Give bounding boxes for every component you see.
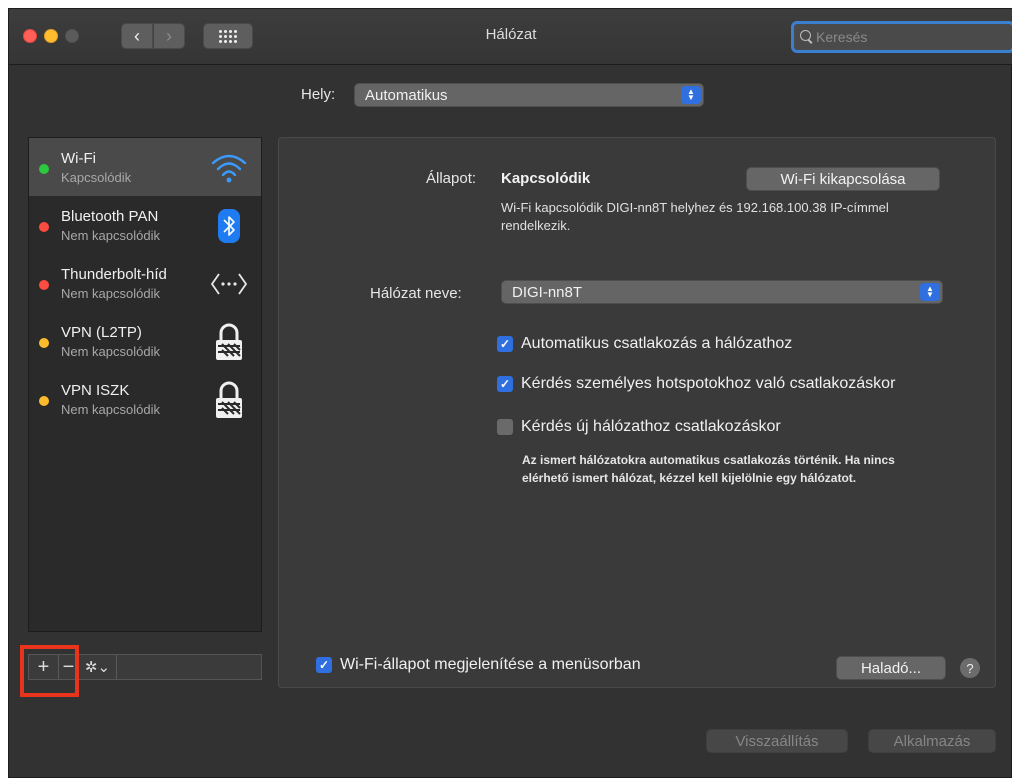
location-value: Automatikus <box>365 86 448 104</box>
search-icon <box>800 30 814 44</box>
service-item-wifi[interactable]: Wi-Fi Kapcsolódik <box>29 138 261 196</box>
checkmark-icon: ✓ <box>497 376 513 392</box>
advanced-button[interactable]: Haladó... <box>836 656 946 680</box>
service-status: Nem kapcsolódik <box>61 286 160 301</box>
service-item-vpn-iszk[interactable]: VPN ISZK Nem kapcsolódik <box>29 370 261 428</box>
service-name: VPN (L2TP) <box>61 324 142 341</box>
checkmark-icon: ✓ <box>316 657 332 673</box>
ask-hotspot-checkbox[interactable]: ✓ Kérdés személyes hotspotokhoz való csa… <box>497 375 895 393</box>
service-item-thunderbolt-bridge[interactable]: Thunderbolt-híd Nem kapcsolódik <box>29 254 261 312</box>
title-bar: ‹ › Hálózat Keresés <box>9 9 1012 65</box>
auto-join-checkbox[interactable]: ✓ Automatikus csatlakozás a hálózathoz <box>497 335 792 353</box>
search-field[interactable]: Keresés <box>791 21 1012 53</box>
network-name-value: DIGI-nn8T <box>512 283 583 301</box>
service-status: Nem kapcsolódik <box>61 402 160 417</box>
search-placeholder: Keresés <box>816 29 868 45</box>
location-popup[interactable]: Automatikus ▲ ▼ <box>354 83 704 107</box>
service-name: VPN ISZK <box>61 382 130 399</box>
wifi-icon <box>209 148 249 188</box>
checkbox-label: Automatikus csatlakozás a hálózathoz <box>521 335 793 352</box>
service-name: Thunderbolt-híd <box>61 266 167 283</box>
service-item-vpn-l2tp[interactable]: VPN (L2TP) Nem kapcsolódik <box>29 312 261 370</box>
checkmark-icon: ✓ <box>497 336 513 352</box>
status-value: Kapcsolódik <box>501 170 591 187</box>
service-status: Kapcsolódik <box>61 170 132 185</box>
help-button[interactable]: ? <box>960 658 980 678</box>
status-label: Állapot: <box>426 170 477 187</box>
checkbox-label: Kérdés személyes hotspotokhoz való csatl… <box>521 375 896 392</box>
service-status: Nem kapcsolódik <box>61 344 160 359</box>
status-dot <box>39 338 49 348</box>
thunderbolt-bridge-icon <box>209 264 249 304</box>
status-description: Wi-Fi kapcsolódik DIGI-nn8T helyhez és 1… <box>501 200 889 233</box>
known-networks-note: Az ismert hálózatokra automatikus csatla… <box>522 453 895 485</box>
status-dot <box>39 164 49 174</box>
location-label: Hely: <box>301 86 336 103</box>
gear-icon: ✲⌄ <box>84 659 111 676</box>
service-name: Wi-Fi <box>61 150 96 167</box>
network-name-label: Hálózat neve: <box>370 285 462 302</box>
ask-new-network-checkbox[interactable]: Kérdés új hálózathoz csatlakozáskor <box>497 418 781 436</box>
show-wifi-status-checkbox[interactable]: ✓ Wi-Fi-állapot megjelenítése a menüsorb… <box>316 656 641 674</box>
status-dot <box>39 396 49 406</box>
checkbox-label: Wi-Fi-állapot megjelenítése a menüsorban <box>340 656 641 673</box>
service-list: Wi-Fi Kapcsolódik Bluetooth PAN Nem kapc… <box>28 137 262 632</box>
vpn-lock-icon <box>209 322 249 362</box>
action-menu-button[interactable]: ✲⌄ <box>79 655 117 679</box>
bluetooth-icon <box>209 206 249 246</box>
service-item-bluetooth-pan[interactable]: Bluetooth PAN Nem kapcsolódik <box>29 196 261 254</box>
unchecked-box-icon <box>497 419 513 435</box>
chevron-up-down-icon: ▲ ▼ <box>681 86 701 104</box>
checkbox-label: Kérdés új hálózathoz csatlakozáskor <box>521 418 781 435</box>
highlight-annotation <box>20 645 79 697</box>
network-name-popup[interactable]: DIGI-nn8T ▲ ▼ <box>501 280 943 304</box>
apply-button[interactable]: Alkalmazás <box>868 729 996 753</box>
turn-wifi-off-button[interactable]: Wi-Fi kikapcsolása <box>746 167 940 191</box>
status-dot <box>39 280 49 290</box>
vpn-lock-icon <box>209 380 249 420</box>
chevron-up-down-icon: ▲ ▼ <box>920 283 940 301</box>
revert-button[interactable]: Visszaállítás <box>706 729 848 753</box>
service-name: Bluetooth PAN <box>61 208 159 225</box>
service-status: Nem kapcsolódik <box>61 228 160 243</box>
status-dot <box>39 222 49 232</box>
